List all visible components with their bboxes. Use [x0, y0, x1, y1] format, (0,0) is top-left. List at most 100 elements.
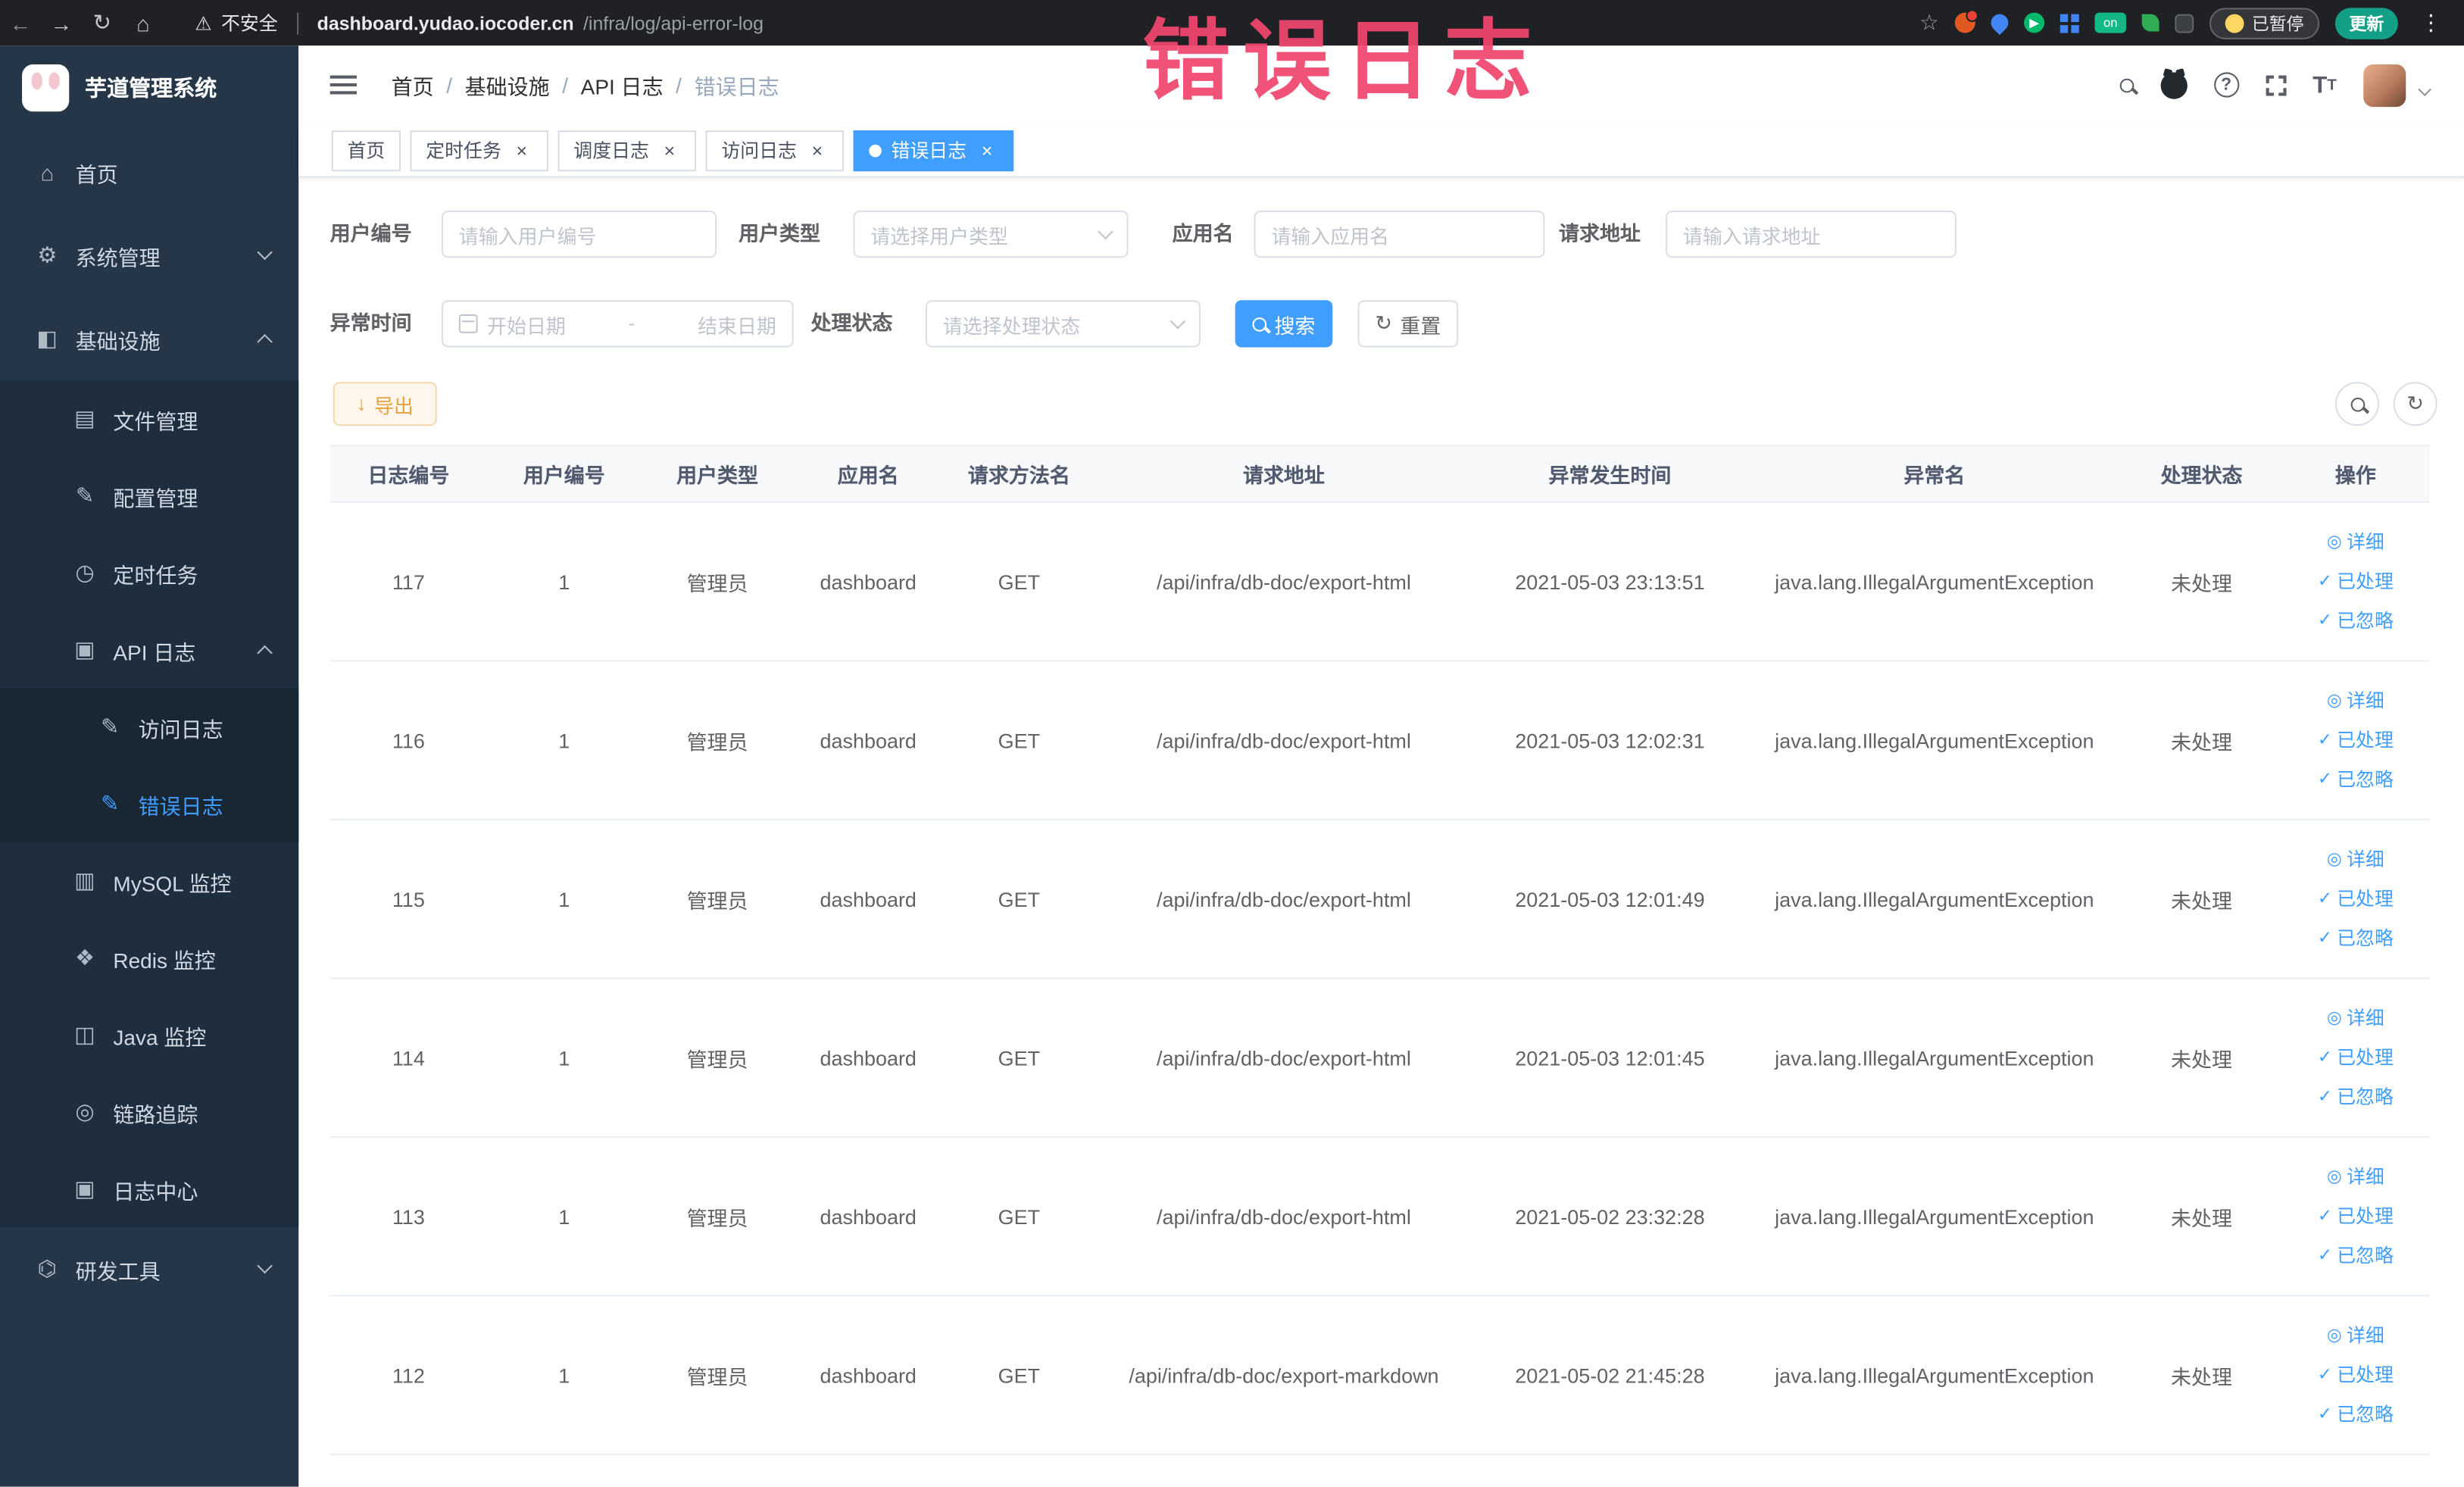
- browser-back-icon[interactable]: ←: [0, 10, 41, 35]
- tab-schedule-log[interactable]: 调度日志 ×: [557, 130, 697, 171]
- close-icon[interactable]: ×: [511, 139, 532, 161]
- exception-time-range-picker[interactable]: 开始日期 - 结束日期: [441, 300, 794, 348]
- processed-link[interactable]: ✓ 已处理: [2318, 1356, 2394, 1394]
- sidebar-item-mysql-monitor[interactable]: ▥ MySQL 监控: [0, 842, 298, 920]
- cell-request-url: /api/infra/db-doc/export-html: [1157, 1204, 1411, 1229]
- sidebar-item-config-manage[interactable]: ✎ 配置管理: [0, 458, 298, 535]
- cell-log-id: 114: [392, 1045, 425, 1070]
- request-url-input[interactable]: 请输入请求地址: [1666, 210, 1957, 258]
- sidebar-item-infra[interactable]: ◧ 基础设施: [0, 297, 298, 380]
- processed-link[interactable]: ✓ 已处理: [2318, 721, 2394, 759]
- sidebar-item-scheduled-job[interactable]: ◷ 定时任务: [0, 534, 298, 611]
- browser-update-button[interactable]: 更新: [2334, 7, 2398, 39]
- breadcrumb-infra[interactable]: 基础设施: [465, 69, 550, 100]
- ignored-link[interactable]: ✓ 已忽略: [2318, 920, 2394, 957]
- cell-exception-time: 2021-05-03 12:01:49: [1515, 887, 1705, 911]
- export-button[interactable]: ↓ 导出: [333, 382, 437, 426]
- sidebar-item-file-manage[interactable]: ▤ 文件管理: [0, 380, 298, 458]
- extension-icon-orange[interactable]: [1954, 9, 1978, 33]
- sidebar-item-api-log[interactable]: ▣ API 日志: [0, 611, 298, 689]
- sidebar-item-log-center[interactable]: ▣ 日志中心: [0, 1151, 298, 1228]
- tab-error-log[interactable]: 错误日志 ×: [853, 130, 1014, 171]
- browser-menu-icon[interactable]: ⋮: [2414, 9, 2449, 36]
- processed-link[interactable]: ✓ 已处理: [2318, 1198, 2394, 1236]
- user-type-select[interactable]: 请选择用户类型: [853, 210, 1129, 258]
- detail-link[interactable]: ◎ 详细: [2327, 1158, 2384, 1196]
- sidebar-logo[interactable]: 芋道管理系统: [0, 45, 298, 130]
- toggle-search-button[interactable]: [2334, 382, 2379, 426]
- processed-link[interactable]: ✓ 已处理: [2318, 563, 2394, 601]
- sidebar-item-dev-tools[interactable]: ⌬ 研发工具: [0, 1227, 298, 1310]
- sidebar-item-error-log[interactable]: ✎ 错误日志: [0, 765, 298, 842]
- extension-icon-grid[interactable]: [2060, 13, 2079, 33]
- sidebar-item-trace[interactable]: ◎ 链路追踪: [0, 1073, 298, 1151]
- ignored-link[interactable]: ✓ 已忽略: [2318, 1395, 2394, 1433]
- security-warning-icon: ⚠: [195, 11, 212, 34]
- ignored-link[interactable]: ✓ 已忽略: [2318, 602, 2394, 640]
- browser-home-icon[interactable]: ⌂: [123, 10, 164, 35]
- extension-on-badge[interactable]: on: [2094, 12, 2126, 33]
- cell-user-id: 1: [558, 887, 570, 911]
- processed-link[interactable]: ✓ 已处理: [2318, 880, 2394, 918]
- breadcrumb-home[interactable]: 首页: [392, 69, 434, 100]
- tab-access-log[interactable]: 访问日志 ×: [705, 130, 845, 171]
- ignored-link[interactable]: ✓ 已忽略: [2318, 761, 2394, 798]
- sidebar-item-redis-monitor[interactable]: ❖ Redis 监控: [0, 920, 298, 997]
- search-icon[interactable]: [2119, 77, 2134, 92]
- detail-link[interactable]: ◎ 详细: [2327, 841, 2384, 879]
- process-status-select[interactable]: 请选择处理状态: [925, 300, 1201, 348]
- ignored-link[interactable]: ✓ 已忽略: [2318, 1078, 2394, 1116]
- fullscreen-icon[interactable]: [2263, 73, 2288, 97]
- processed-link[interactable]: ✓ 已处理: [2318, 1039, 2394, 1076]
- chevron-down-icon: [1170, 312, 1186, 329]
- reset-button[interactable]: ↻ 重置: [1357, 300, 1459, 348]
- processed-label: 已处理: [2337, 729, 2394, 751]
- browser-forward-icon[interactable]: →: [41, 10, 82, 35]
- breadcrumb-api-log[interactable]: API 日志: [581, 69, 664, 100]
- avatar-caret-icon[interactable]: [2418, 83, 2431, 97]
- search-button[interactable]: 搜索: [1235, 300, 1333, 348]
- sidebar-item-java-monitor[interactable]: ◫ Java 监控: [0, 996, 298, 1073]
- range-separator: -: [628, 312, 636, 335]
- github-icon[interactable]: [2160, 71, 2188, 98]
- eye-trace-icon: ◎: [75, 1098, 95, 1124]
- detail-link[interactable]: ◎ 详细: [2327, 523, 2384, 561]
- close-icon[interactable]: ×: [658, 139, 680, 161]
- refresh-button[interactable]: ↻: [2393, 382, 2437, 426]
- cell-log-id: 117: [392, 570, 425, 594]
- detail-link[interactable]: ◎ 详细: [2327, 999, 2384, 1037]
- extension-icon-drop[interactable]: [1987, 10, 2013, 36]
- cell-exception-name: java.lang.IllegalArgumentException: [1775, 887, 2094, 911]
- close-icon[interactable]: ×: [976, 139, 998, 161]
- address-bar[interactable]: ⚠ 不安全 dashboard.yudao.iocoder.cn/infra/l…: [195, 9, 764, 36]
- profile-paused-button[interactable]: 已暂停: [2209, 7, 2320, 39]
- extension-icon-leaf[interactable]: [2141, 14, 2160, 32]
- detail-link[interactable]: ◎ 详细: [2327, 1317, 2384, 1355]
- detail-label: 详细: [2347, 1007, 2384, 1029]
- font-size-icon[interactable]: TT: [2313, 71, 2337, 98]
- hamburger-icon[interactable]: [329, 75, 357, 95]
- detail-link[interactable]: ◎ 详细: [2327, 682, 2384, 720]
- column-header-app-name: 应用名: [837, 464, 899, 488]
- extension-icon-plug[interactable]: [2175, 13, 2194, 33]
- help-icon[interactable]: ?: [2213, 72, 2239, 98]
- bookmark-star-icon[interactable]: ☆: [1919, 9, 1939, 36]
- user-avatar[interactable]: [2363, 64, 2406, 107]
- cell-method: GET: [998, 570, 1041, 594]
- app-name-input[interactable]: 请输入应用名: [1254, 210, 1545, 258]
- tab-home[interactable]: 首页: [331, 130, 401, 171]
- sidebar-item-home[interactable]: ⌂ 首页: [0, 130, 298, 214]
- sidebar-item-access-log[interactable]: ✎ 访问日志: [0, 689, 298, 766]
- ignored-link[interactable]: ✓ 已忽略: [2318, 1237, 2394, 1275]
- extension-icon-green[interactable]: ▶: [2024, 12, 2045, 33]
- processed-label: 已处理: [2337, 1205, 2394, 1228]
- sidebar-item-label: 系统管理: [75, 245, 161, 270]
- tab-scheduled-job[interactable]: 定时任务 ×: [410, 130, 549, 171]
- detail-label: 详细: [2347, 1324, 2384, 1347]
- breadcrumb-error-log: 错误日志: [694, 75, 779, 99]
- browser-reload-icon[interactable]: ↻: [82, 9, 123, 36]
- user-id-input[interactable]: 请输入用户编号: [441, 210, 717, 258]
- chevron-down-icon: [257, 244, 273, 261]
- sidebar-item-system[interactable]: ⚙ 系统管理: [0, 214, 298, 297]
- close-icon[interactable]: ×: [806, 139, 828, 161]
